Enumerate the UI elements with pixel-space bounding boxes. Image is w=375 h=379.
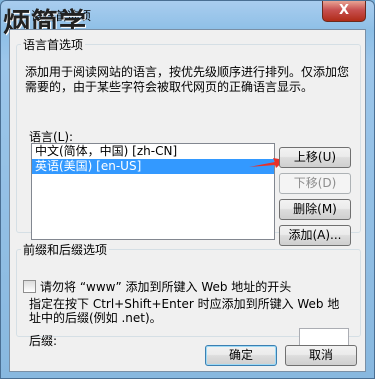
remove-button[interactable]: 删除(M) xyxy=(279,199,351,220)
ok-button[interactable]: 确定 xyxy=(205,345,277,366)
list-item[interactable]: 中文(简体，中国) [zh-CN] xyxy=(32,144,274,159)
dialog-body: 语言首选项 添加用于阅读网站的语言，按优先级顺序进行排列。仅添加您需要的，由于某… xyxy=(9,29,366,372)
no-www-checkbox[interactable] xyxy=(23,280,36,293)
suffix-hint-text: 指定在按下 Ctrl+Shift+Enter 时应添加到所键入 Web 地址中的… xyxy=(29,297,340,325)
suffix-label: 后缀: xyxy=(29,334,58,348)
language-list[interactable]: 中文(简体，中国) [zh-CN] 英语(美国) [en-US] xyxy=(31,143,275,240)
prefix-suffix-group: 前缀和后缀选项 请勿将 “www” 添加到所键入 Web 地址的开头 指定在按下… xyxy=(16,241,361,348)
cancel-button[interactable]: 取消 xyxy=(285,345,357,366)
no-www-option[interactable]: 请勿将 “www” 添加到所键入 Web 地址的开头 xyxy=(23,278,291,295)
checkbox-label: 请勿将 “www” 添加到所键入 Web 地址的开头 xyxy=(40,280,292,294)
language-preference-group: 语言首选项 添加用于阅读网站的语言，按优先级顺序进行排列。仅添加您需要的，由于某… xyxy=(16,36,361,246)
group-legend: 语言首选项 xyxy=(23,38,84,52)
description-text: 添加用于阅读网站的语言，按优先级顺序进行排列。仅添加您需要的，由于某些字符会被取… xyxy=(25,65,350,94)
list-item-selected[interactable]: 英语(美国) [en-US] xyxy=(32,159,274,174)
dialog-window: 语言首选项 炳简学 X 语言首选项 添加用于阅读网站的语言，按优先级顺序进行排列… xyxy=(0,0,375,379)
move-down-button[interactable]: 下移(D) xyxy=(279,173,351,194)
move-up-button[interactable]: 上移(U) xyxy=(279,147,351,168)
title-bar[interactable]: 语言首选项 炳简学 X xyxy=(1,1,374,39)
close-button[interactable]: X xyxy=(322,1,366,22)
group-legend: 前缀和后缀选项 xyxy=(23,243,108,257)
